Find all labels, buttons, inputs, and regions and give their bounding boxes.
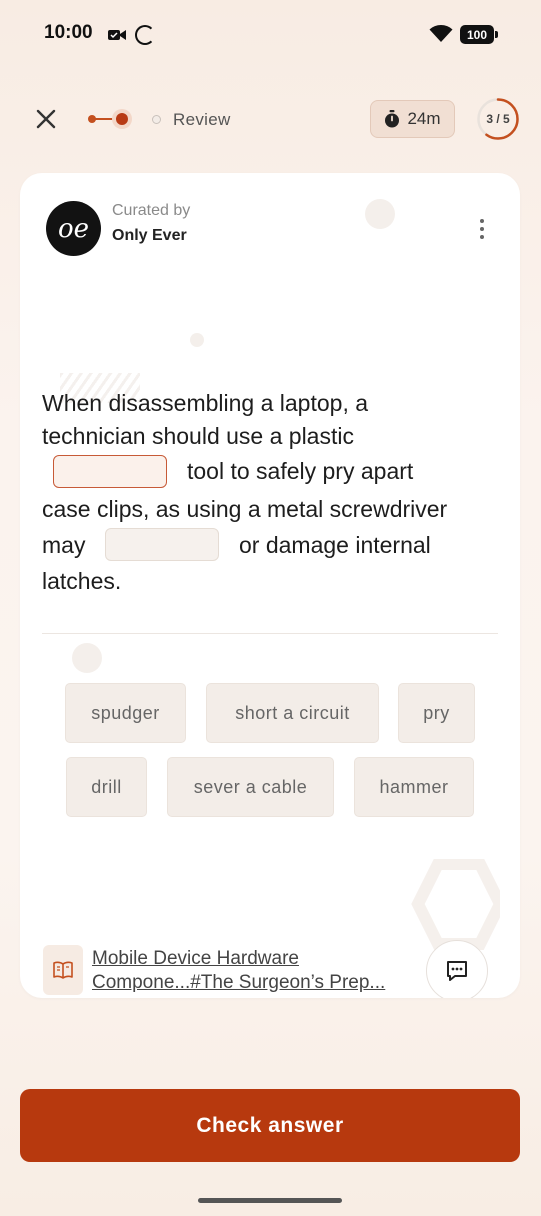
question-line: latches.	[42, 568, 122, 594]
top-bar: Review 24m 3 / 5	[0, 95, 541, 145]
option-chip[interactable]: short a circuit	[206, 683, 379, 743]
chat-bubble-icon	[447, 961, 467, 981]
source-link-line: Mobile Device Hardware	[92, 948, 299, 969]
home-indicator[interactable]	[198, 1198, 342, 1203]
question-counter: 3 / 5	[476, 97, 520, 141]
decor-circle	[72, 643, 102, 673]
option-chip[interactable]: drill	[66, 757, 147, 817]
kebab-dot	[480, 227, 484, 231]
status-time: 10:00	[44, 22, 93, 43]
loading-spinner-icon	[135, 25, 155, 45]
blank-slot-2[interactable]	[105, 528, 219, 561]
question-line: may	[42, 532, 86, 558]
source-link[interactable]: Mobile Device Hardware Compone...#The Su…	[92, 947, 385, 995]
close-icon	[36, 109, 56, 129]
kebab-dot	[480, 235, 484, 239]
kebab-dot	[480, 219, 484, 223]
avatar-logo: oe	[57, 213, 90, 244]
close-button[interactable]	[32, 105, 60, 133]
question-line: or damage internal	[239, 532, 431, 558]
decor-circle	[365, 199, 395, 229]
source-badge	[43, 945, 83, 995]
wifi-icon	[429, 25, 453, 48]
more-options-button[interactable]	[470, 215, 494, 243]
battery-indicator: 100	[460, 25, 498, 44]
option-chip[interactable]: sever a cable	[167, 757, 334, 817]
blank-slot-1[interactable]	[53, 455, 167, 488]
curator-name: Only Ever	[112, 227, 187, 244]
timer-value: 24m	[407, 109, 441, 128]
book-icon	[53, 961, 73, 979]
counter-text: 3 / 5	[486, 112, 510, 126]
divider	[42, 633, 498, 634]
question-line: case clips, as using a metal screwdriver	[42, 496, 448, 522]
check-answer-button[interactable]: Check answer	[20, 1089, 520, 1162]
question-card: oe Curated by Only Ever When disassembli…	[20, 173, 520, 998]
question-line: When disassembling a laptop, a	[42, 390, 369, 416]
status-bar: 10:00 100	[0, 0, 541, 70]
timer-chip[interactable]: 24m	[370, 100, 455, 138]
source-link-line: Compone...#The Surgeon’s Prep...	[92, 972, 386, 993]
option-chip[interactable]: hammer	[354, 757, 474, 817]
avatar: oe	[46, 201, 101, 256]
option-chip[interactable]: spudger	[65, 683, 186, 743]
curated-by-label: Curated by	[112, 202, 191, 219]
review-label: Review	[173, 110, 231, 129]
stopwatch-icon	[385, 110, 400, 128]
progress-step-active	[112, 109, 132, 129]
progress-step-review	[152, 115, 161, 124]
decor-circle	[190, 333, 204, 347]
video-camera-icon	[108, 28, 126, 47]
chat-button[interactable]	[426, 940, 488, 998]
option-chip[interactable]: pry	[398, 683, 475, 743]
question-line: technician should use a plastic	[42, 423, 354, 449]
progress-step-done	[88, 115, 96, 123]
question-line: tool to safely pry apart	[187, 458, 414, 484]
step-progress	[84, 107, 144, 131]
